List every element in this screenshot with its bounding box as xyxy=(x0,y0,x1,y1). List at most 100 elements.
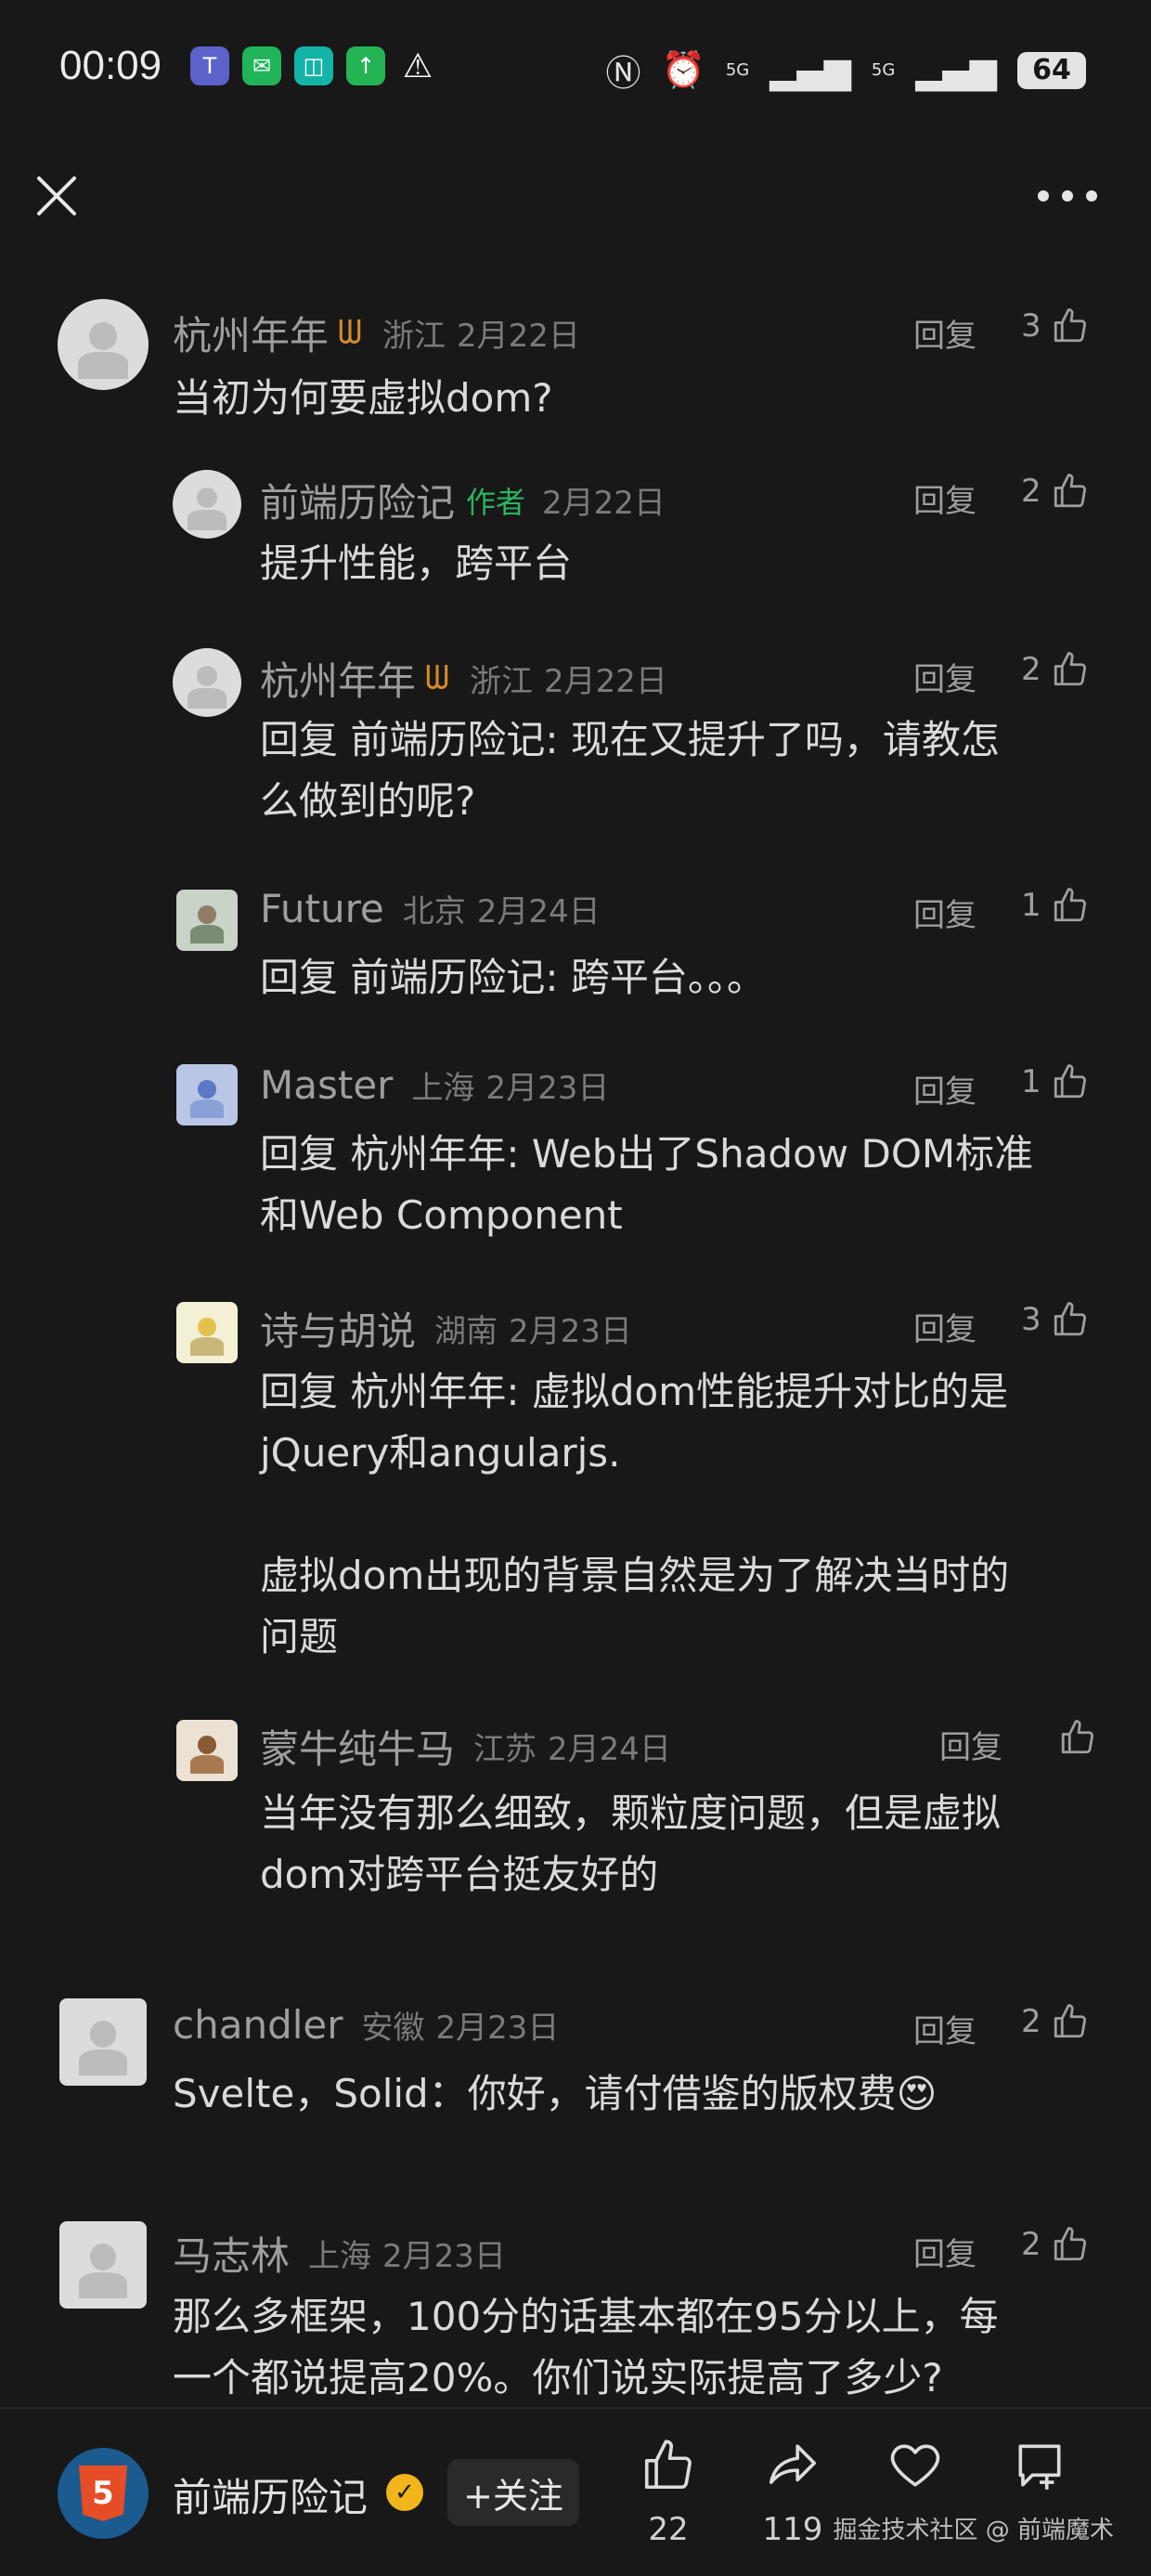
comment-text: 回复 前端历险记: 跨平台。。。 xyxy=(260,955,766,1000)
thumbs-up-icon xyxy=(1054,2004,1086,2038)
reply-button[interactable]: 回复 xyxy=(913,2229,976,2274)
like-button[interactable] xyxy=(1049,1718,1097,1757)
comment-date: 2月24日 xyxy=(476,893,601,930)
like-button[interactable]: 2 xyxy=(1021,650,1090,689)
comment-text: 回复 杭州年年: 虚拟dom性能提升对比的是 jQuery和angularjs.… xyxy=(260,1369,1010,1659)
reply-button[interactable]: 回复 xyxy=(913,654,976,699)
network-5g-label-2: 5G xyxy=(871,60,896,80)
like-count: 2 xyxy=(1021,651,1041,688)
comment-text: 回复 前端历险记: 现在又提升了吗，请教怎 么做到的呢? xyxy=(260,717,1000,824)
bottom-action-bar: 5 前端历险记 ✓ +关注 22 119 掘金技术社区 @ 前端魔术 xyxy=(0,2407,1151,2576)
like-button[interactable]: 3 xyxy=(1021,1300,1090,1339)
reply-button[interactable]: 回复 xyxy=(913,2006,976,2051)
watermark: 掘金技术社区 @ 前端魔术 xyxy=(833,2517,1114,2544)
comment-author[interactable]: 诗与胡说 xyxy=(260,1300,416,1357)
avatar[interactable] xyxy=(176,1064,238,1125)
avatar[interactable] xyxy=(59,2221,147,2309)
comment-location: 上海 xyxy=(411,1070,475,1107)
comment-date: 2月22日 xyxy=(544,663,667,700)
thumbs-up-icon xyxy=(1054,1064,1086,1099)
follow-button[interactable]: +关注 xyxy=(447,2459,579,2526)
status-time: 00:09 xyxy=(59,43,162,88)
favorite-button[interactable] xyxy=(869,2437,962,2498)
avatar[interactable] xyxy=(59,1998,147,2086)
comment-author[interactable]: 杭州年年 xyxy=(260,650,416,707)
like-count: 2 xyxy=(1021,2226,1041,2263)
comment-location: 江苏 xyxy=(473,1731,537,1768)
reply-button[interactable]: 回复 xyxy=(913,310,976,356)
comment-author[interactable]: 马志林 xyxy=(173,2225,290,2282)
thumbs-up-icon xyxy=(1054,888,1086,922)
like-button[interactable]: 2 xyxy=(1021,2002,1090,2041)
thumbs-up-icon xyxy=(1054,1302,1086,1336)
avatar[interactable] xyxy=(176,1302,238,1363)
reply-button[interactable]: 回复 xyxy=(913,890,976,935)
thumbs-up-icon xyxy=(1061,1720,1094,1754)
thumbs-up-icon xyxy=(1054,2227,1086,2261)
comment-location: 浙江 xyxy=(470,663,534,700)
comment-author[interactable]: Master xyxy=(260,1062,393,1108)
share-button[interactable]: 119 xyxy=(746,2437,839,2548)
comment-date: 2月22日 xyxy=(457,318,580,355)
like-button[interactable]: 1 xyxy=(1021,1062,1090,1101)
add-comment-button[interactable] xyxy=(993,2437,1086,2498)
comment-date: 2月24日 xyxy=(548,1731,671,1768)
signal-icon-2: ▂▄▆ xyxy=(915,49,997,91)
comment-text: Svelte，Solid：你好，请付借鉴的版权费😍 xyxy=(173,2071,938,2116)
shopping-icon: ◫ xyxy=(294,46,333,85)
like-button[interactable]: 2 xyxy=(1021,2225,1090,2264)
like-count: 3 xyxy=(1021,307,1041,345)
comment-date: 2月23日 xyxy=(509,1313,632,1350)
warning-icon: ⚠ xyxy=(402,46,433,85)
comment-location: 浙江 xyxy=(382,318,446,355)
comment-text: 那么多框架，100分的话基本都在95分以上，每 一个都说提高20%。你们说实际提… xyxy=(173,2294,999,2400)
like-button[interactable]: 3 xyxy=(1021,306,1090,345)
avatar[interactable] xyxy=(176,1720,238,1781)
like-count: 2 xyxy=(1021,2003,1041,2040)
avatar[interactable] xyxy=(176,890,238,951)
alarm-icon: ⏰ xyxy=(661,49,705,90)
more-options-icon[interactable] xyxy=(1038,182,1097,210)
like-count: 1 xyxy=(1021,887,1041,924)
comment-author[interactable]: chandler xyxy=(173,2002,343,2048)
like-button[interactable]: 1 xyxy=(1021,886,1090,925)
comment-author[interactable]: Future xyxy=(260,886,384,931)
upload-icon: ↑ xyxy=(346,46,385,85)
author-avatar[interactable]: 5 xyxy=(58,2448,149,2539)
comment-add-icon xyxy=(1018,2444,1061,2490)
signal-icon-1: ▂▄▆ xyxy=(769,49,851,91)
like-count: 1 xyxy=(1021,1063,1041,1100)
reply-button[interactable]: 回复 xyxy=(939,1722,1002,1767)
share-icon xyxy=(769,2444,817,2484)
comment-date: 2月23日 xyxy=(485,1070,610,1107)
like-count: 2 xyxy=(1021,473,1041,510)
comment-location: 上海 xyxy=(308,2238,372,2275)
comment-text: 提升性能，跨平台 xyxy=(260,540,573,586)
reply-button[interactable]: 回复 xyxy=(913,1304,976,1349)
like-count: 22 xyxy=(648,2511,689,2548)
comment-author[interactable]: 前端历险记 xyxy=(260,472,455,528)
avatar[interactable] xyxy=(173,648,241,717)
notification-icons: T ✉ ◫ ↑ ⚠ xyxy=(190,46,437,85)
level-badge-icon: ᗯ xyxy=(425,658,450,697)
teams-icon: T xyxy=(190,46,229,85)
avatar[interactable] xyxy=(173,470,241,539)
comment-date: 2月22日 xyxy=(542,485,666,522)
comment-author[interactable]: 杭州年年 xyxy=(173,305,329,361)
level-badge-icon: ᗯ xyxy=(338,313,363,352)
reply-button[interactable]: 回复 xyxy=(913,475,976,521)
thumbs-up-icon xyxy=(1054,474,1086,508)
like-button[interactable]: 2 xyxy=(1021,472,1090,511)
close-icon[interactable] xyxy=(33,173,80,219)
author-name[interactable]: 前端历险记 xyxy=(173,2466,368,2523)
avatar[interactable] xyxy=(58,299,149,390)
comment-author[interactable]: 蒙牛纯牛马 xyxy=(260,1718,455,1775)
like-article-button[interactable]: 22 xyxy=(622,2437,715,2548)
comment-location: 湖南 xyxy=(434,1313,498,1350)
comment-text: 当初为何要虚拟dom? xyxy=(173,375,553,421)
thumbs-up-icon xyxy=(644,2439,692,2490)
comment-text: 回复 杭州年年: Web出了Shadow DOM标准 和Web Componen… xyxy=(260,1131,1034,1238)
verified-badge-icon: ✓ xyxy=(386,2474,423,2511)
thumbs-up-icon xyxy=(1054,652,1086,686)
reply-button[interactable]: 回复 xyxy=(913,1066,976,1112)
